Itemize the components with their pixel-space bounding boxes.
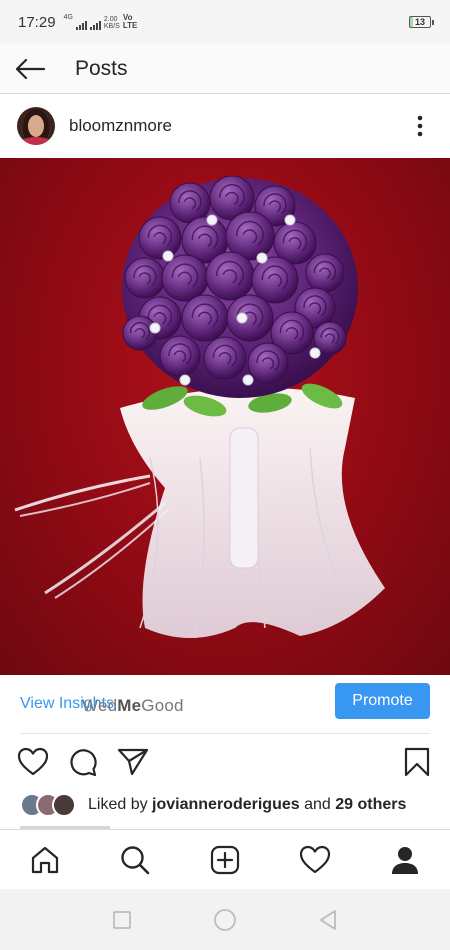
insights-bar: View Insights WedMeGood Promote [0,675,450,733]
liker-avatars [20,793,80,817]
more-vertical-icon [417,115,423,137]
system-nav [0,889,450,950]
post-actions [0,738,450,786]
bouquet-illustration [14,175,385,639]
comment-button[interactable] [58,738,108,786]
avatar[interactable] [17,107,55,145]
likes-others[interactable]: 29 others [335,796,406,813]
comment-icon [70,749,97,777]
nav-profile[interactable] [375,830,435,890]
back-triangle-icon [320,909,337,930]
more-options-button[interactable] [400,106,440,146]
watermark: WedMeGood [82,696,184,716]
send-icon [117,748,149,776]
nav-search[interactable] [105,830,165,890]
watermark-pre: Wed [82,696,118,715]
battery-icon: 13 [409,16,434,28]
nav-activity[interactable] [285,830,345,890]
nav-home[interactable] [15,830,75,890]
recents-button[interactable] [102,900,142,940]
likes-conjunction: and [304,796,331,813]
network-type: 4G [63,14,73,21]
watermark-bold: Me [117,696,142,715]
likes-user[interactable]: jovianneroderigues [152,796,300,813]
share-button[interactable] [108,738,158,786]
signal-icon-2 [89,21,101,30]
home-circle-icon [214,908,236,931]
promote-button[interactable]: Promote [335,683,430,719]
avatar [52,793,76,817]
activity-heart-icon [299,845,331,873]
arrow-left-icon [15,58,46,79]
network-speed: 2.00 KB/S [104,16,120,30]
profile-icon [392,846,418,874]
home-icon [31,846,59,873]
bookmark-icon [404,747,430,777]
network-indicators: 4G 2.00 KB/S Vo LTE [63,14,138,30]
app-header: Posts [0,44,450,94]
battery-level: 13 [414,17,425,27]
likes-row[interactable]: Liked by jovianneroderigues and 29 other… [0,790,450,820]
likes-text: Liked by jovianneroderigues and 29 other… [88,796,406,814]
status-time: 17:29 [18,13,56,31]
back-system-button[interactable] [308,900,348,940]
volte-indicator: Vo LTE [123,14,138,30]
signal-icon [75,21,87,30]
add-post-icon [210,845,240,874]
speed-value: 2.00 [103,16,118,23]
recents-square-icon [112,910,131,929]
post-header: bloomznmore [0,95,450,157]
home-system-button[interactable] [205,900,245,940]
like-button[interactable] [8,738,58,786]
divider [20,733,430,734]
nav-add-post[interactable] [195,830,255,890]
speed-unit: KB/S [103,23,120,30]
watermark-post: Good [141,696,184,715]
save-button[interactable] [392,738,442,786]
search-icon [121,845,150,874]
bottom-nav [0,829,450,889]
post-username[interactable]: bloomznmore [69,116,172,136]
post-image[interactable] [0,158,450,675]
status-bar: 17:29 4G 2.00 KB/S Vo LTE 13 [0,0,450,44]
heart-icon [17,747,49,776]
volte-bottom: LTE [122,21,138,30]
likes-prefix: Liked by [88,796,148,813]
back-button[interactable] [0,44,60,94]
page-title: Posts [75,56,128,80]
